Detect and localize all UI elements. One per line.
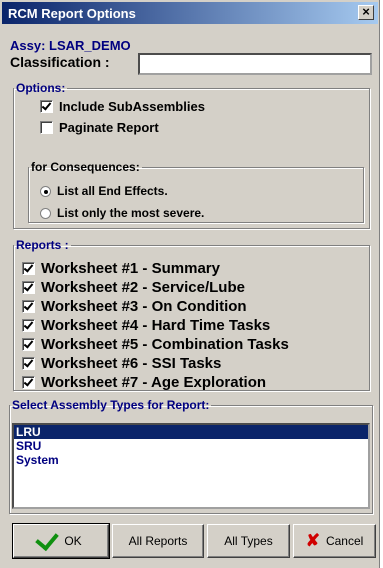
all-types-button[interactable]: All Types [207,524,290,558]
checkbox-box [22,357,35,370]
consequences-legend: for Consequences: [31,160,140,174]
report-worksheet-label: Worksheet #7 - Age Exploration [41,374,267,391]
ok-button-label: OK [64,534,82,548]
title-bar: RCM Report Options × [2,2,378,24]
ok-button[interactable]: OK [12,523,110,559]
report-worksheet-5-checkbox[interactable]: Worksheet #5 - Combination Tasks [22,336,289,353]
report-worksheet-3-checkbox[interactable]: Worksheet #3 - On Condition [22,298,247,315]
paginate-report-checkbox[interactable]: Paginate Report [40,120,159,135]
checkbox-box [22,300,35,313]
checkmark-icon [35,526,60,552]
list-item[interactable]: System [14,453,368,467]
assembly-types-listbox[interactable]: LRU SRU System [12,423,370,509]
include-subassemblies-label: Include SubAssemblies [59,99,205,114]
report-worksheet-label: Worksheet #3 - On Condition [41,298,247,315]
classification-input[interactable] [138,53,372,75]
report-worksheet-label: Worksheet #4 - Hard Time Tasks [41,317,271,334]
radio-circle [40,207,51,219]
list-item[interactable]: LRU [14,425,368,439]
list-most-severe-radio[interactable]: List only the most severe. [40,206,204,220]
report-worksheet-1-checkbox[interactable]: Worksheet #1 - Summary [22,260,220,277]
report-worksheet-label: Worksheet #2 - Service/Lube [41,279,245,296]
rcm-report-options-dialog: RCM Report Options × Assy: LSAR_DEMO Cla… [0,0,380,568]
list-all-end-effects-radio[interactable]: List all End Effects. [40,184,168,198]
window-title: RCM Report Options [8,6,136,21]
report-worksheet-6-checkbox[interactable]: Worksheet #6 - SSI Tasks [22,355,221,372]
report-worksheet-2-checkbox[interactable]: Worksheet #2 - Service/Lube [22,279,245,296]
close-button[interactable]: × [358,5,374,20]
checkbox-box [40,121,53,134]
checkbox-box [22,376,35,389]
assembly-types-legend: Select Assembly Types for Report: [12,398,210,412]
checkbox-box [22,338,35,351]
checkbox-box [22,262,35,275]
report-worksheet-label: Worksheet #6 - SSI Tasks [41,355,222,372]
close-x-icon: ✘ [305,531,320,550]
list-item[interactable]: SRU [14,439,368,453]
classification-label: Classification : [10,54,110,70]
radio-circle [40,185,51,197]
include-subassemblies-checkbox[interactable]: Include SubAssemblies [40,99,205,114]
options-legend: Options: [16,81,66,95]
all-types-label: All Types [224,534,273,548]
paginate-report-label: Paginate Report [59,120,159,135]
report-worksheet-4-checkbox[interactable]: Worksheet #4 - Hard Time Tasks [22,317,270,334]
list-all-end-effects-label: List all End Effects. [57,184,168,198]
checkbox-box [22,319,35,332]
assembly-label: Assy: LSAR_DEMO [10,38,131,53]
cancel-button[interactable]: ✘ Cancel [293,524,376,558]
report-worksheet-label: Worksheet #5 - Combination Tasks [41,336,289,353]
all-reports-label: All Reports [128,534,188,548]
report-worksheet-7-checkbox[interactable]: Worksheet #7 - Age Exploration [22,374,266,391]
all-reports-button[interactable]: All Reports [112,524,204,558]
reports-legend: Reports : [16,238,69,252]
checkbox-box [40,100,53,113]
cancel-button-label: Cancel [325,534,364,548]
checkbox-box [22,281,35,294]
report-worksheet-label: Worksheet #1 - Summary [41,260,220,277]
list-most-severe-label: List only the most severe. [57,206,205,220]
